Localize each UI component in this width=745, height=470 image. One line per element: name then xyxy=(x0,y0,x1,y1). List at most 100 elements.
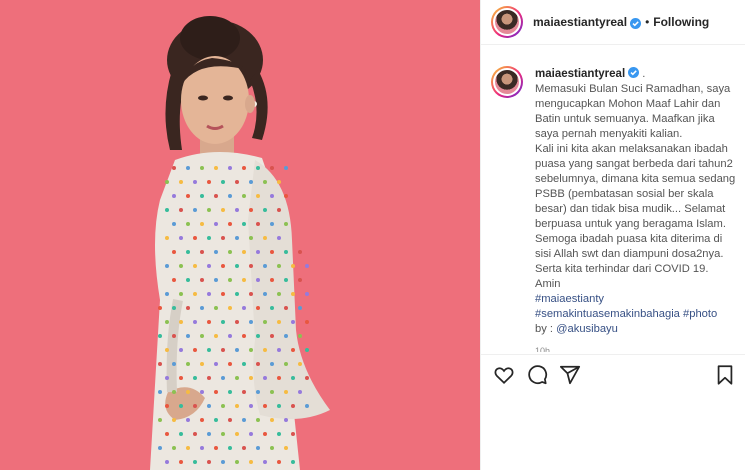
polka-dot xyxy=(214,446,218,450)
polka-dot xyxy=(172,222,176,226)
polka-dot xyxy=(277,292,281,296)
polka-dot xyxy=(263,208,267,212)
polka-dot xyxy=(214,278,218,282)
polka-dot xyxy=(214,362,218,366)
polka-dot xyxy=(200,446,204,450)
polka-dot xyxy=(228,446,232,450)
polka-dot xyxy=(179,264,183,268)
polka-dot xyxy=(256,250,260,254)
avatar-photo xyxy=(495,70,519,94)
polka-dot xyxy=(235,460,239,464)
polka-dot xyxy=(165,404,169,408)
polka-dot xyxy=(263,404,267,408)
polka-dot xyxy=(235,292,239,296)
caption-username[interactable]: maiaestiantyreal xyxy=(535,68,625,80)
caption-avatar[interactable] xyxy=(491,66,523,98)
polka-dot xyxy=(165,348,169,352)
polka-dot xyxy=(228,306,232,310)
polka-dot xyxy=(221,208,225,212)
polka-dot xyxy=(284,222,288,226)
polka-dot xyxy=(249,292,253,296)
bookmark-icon xyxy=(717,364,733,385)
polka-dot xyxy=(305,404,309,408)
polka-dot xyxy=(235,432,239,436)
polka-dot xyxy=(221,292,225,296)
polka-dot xyxy=(221,236,225,240)
polka-dot xyxy=(249,320,253,324)
polka-dot xyxy=(214,222,218,226)
credit-handle-link[interactable]: @akusibayu xyxy=(556,323,618,335)
polka-dot xyxy=(214,166,218,170)
hashtag-link[interactable]: #semakintuasemakinbahagia #photo xyxy=(535,307,736,322)
polka-dot xyxy=(305,320,309,324)
polka-dot xyxy=(249,404,253,408)
polka-dot xyxy=(207,264,211,268)
time-ago: 10h xyxy=(535,346,551,352)
polka-dot xyxy=(256,166,260,170)
polka-dot xyxy=(193,208,197,212)
polka-dot xyxy=(249,180,253,184)
caption-paragraph-1: Memasuki Bulan Suci Ramadhan, saya mengu… xyxy=(535,83,731,140)
polka-dot xyxy=(165,236,169,240)
polka-dot xyxy=(186,362,190,366)
polka-dot xyxy=(165,432,169,436)
polka-dot xyxy=(284,446,288,450)
polka-dot xyxy=(263,236,267,240)
hashtag-link[interactable]: #maiaestianty xyxy=(535,292,736,307)
polka-dot xyxy=(207,292,211,296)
polka-dot xyxy=(158,362,162,366)
polka-dot xyxy=(235,320,239,324)
share-button[interactable] xyxy=(559,364,581,386)
polka-dot xyxy=(214,250,218,254)
polka-dot xyxy=(291,460,295,464)
header-username[interactable]: maiaestiantyreal xyxy=(533,15,627,29)
polka-dot xyxy=(193,180,197,184)
polka-dot xyxy=(284,306,288,310)
polka-dot xyxy=(179,432,183,436)
polka-dot xyxy=(298,362,302,366)
polka-dot xyxy=(193,264,197,268)
polka-dot xyxy=(270,166,274,170)
post-photo[interactable] xyxy=(0,0,480,470)
polka-dot xyxy=(207,376,211,380)
like-button[interactable] xyxy=(493,364,515,386)
polka-dot xyxy=(270,194,274,198)
polka-dot xyxy=(172,250,176,254)
polka-dot xyxy=(186,390,190,394)
polka-dot xyxy=(207,320,211,324)
polka-dot xyxy=(277,208,281,212)
polka-dot xyxy=(165,292,169,296)
polka-dot xyxy=(284,194,288,198)
following-button[interactable]: Following xyxy=(653,15,709,29)
polka-dot xyxy=(256,418,260,422)
polka-dot xyxy=(221,460,225,464)
comment-button[interactable] xyxy=(526,364,548,386)
post-actions xyxy=(481,354,745,394)
avatar[interactable] xyxy=(491,6,523,38)
polka-dot xyxy=(158,418,162,422)
polka-dot xyxy=(214,418,218,422)
credit-prefix: by : xyxy=(535,323,557,335)
polka-dot xyxy=(249,432,253,436)
polka-dot xyxy=(242,166,246,170)
polka-dot xyxy=(284,334,288,338)
polka-dot xyxy=(172,362,176,366)
polka-dot xyxy=(186,334,190,338)
polka-dot xyxy=(193,348,197,352)
polka-dot xyxy=(200,250,204,254)
polka-dot xyxy=(221,320,225,324)
polka-dot xyxy=(165,376,169,380)
polka-dot xyxy=(193,376,197,380)
comment-icon xyxy=(528,364,548,384)
polka-dot xyxy=(270,250,274,254)
polka-dot xyxy=(235,236,239,240)
polka-dot xyxy=(179,404,183,408)
polka-dot xyxy=(270,334,274,338)
polka-dot xyxy=(186,250,190,254)
polka-dot xyxy=(207,236,211,240)
polka-dot xyxy=(179,320,183,324)
polka-dot xyxy=(200,390,204,394)
polka-dot xyxy=(158,446,162,450)
save-button[interactable] xyxy=(714,364,736,386)
polka-dot xyxy=(172,390,176,394)
